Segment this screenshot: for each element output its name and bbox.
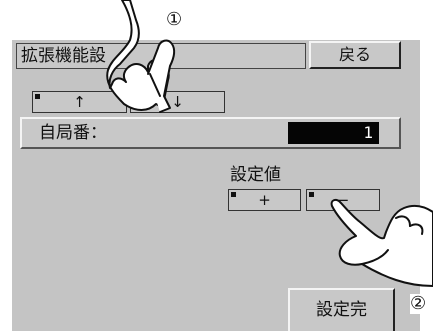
hand-2-icon [330,198,433,287]
hand-1-icon [106,0,176,113]
hand-illustrations [106,0,433,287]
step-1-callout: ① [166,9,183,30]
step-2-callout: ② [410,293,427,314]
